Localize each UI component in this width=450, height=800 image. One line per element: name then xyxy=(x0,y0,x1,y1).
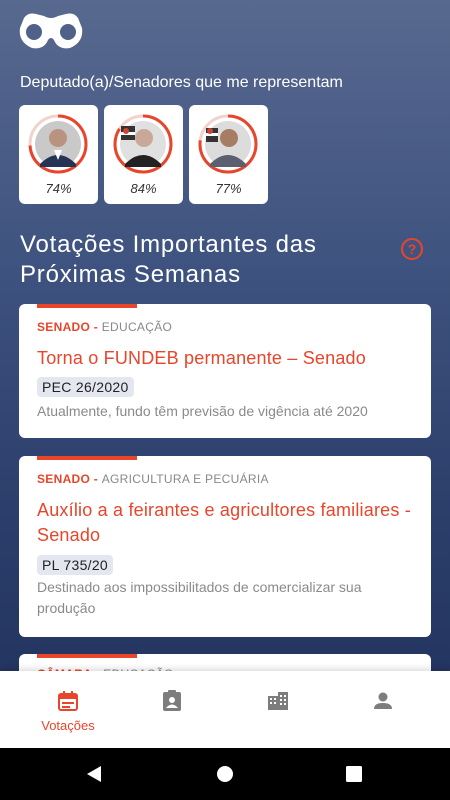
bottom-navigation: Votações xyxy=(0,671,450,748)
representative-card[interactable]: 77% xyxy=(189,105,268,204)
approval-ring xyxy=(28,114,88,174)
vote-description: Atualmente, fundo têm previsão de vigênc… xyxy=(37,403,368,419)
representatives-title: Deputado(a)/Senadores que me representam xyxy=(20,74,343,91)
vote-description: Destinado aos impossibilitados de comerc… xyxy=(37,579,362,616)
vote-title: Auxílio a a feirantes e agricultores fam… xyxy=(37,500,411,545)
person-icon xyxy=(374,692,392,709)
vote-title: Torna o FUNDEB permanente – Senado xyxy=(37,348,366,368)
vote-card[interactable]: SENADO - EDUCAÇÃO Torna o FUNDEB permane… xyxy=(19,304,431,438)
vote-category-label: AGRICULTURA E PECUÁRIA xyxy=(101,472,269,486)
category-separator: - xyxy=(90,472,102,486)
recents-icon xyxy=(346,766,362,782)
section-title: Votações Importantes das Próximas Semana… xyxy=(20,231,317,288)
nav-tab-profile[interactable] xyxy=(333,671,433,748)
approval-ring xyxy=(113,114,173,174)
calendar-icon xyxy=(58,691,78,711)
vote-category: SENADO - AGRICULTURA E PECUÁRIA xyxy=(37,472,269,486)
card-accent-bar xyxy=(37,456,137,460)
vote-house: SENADO xyxy=(37,320,91,334)
question-circle-icon[interactable]: ? xyxy=(400,237,424,261)
vote-code-badge: PL 735/20 xyxy=(37,555,114,575)
card-accent-bar xyxy=(37,654,137,658)
card-accent-bar xyxy=(37,304,137,308)
nav-tab-label: Votações xyxy=(41,718,95,733)
approval-percent: 77% xyxy=(215,181,242,196)
category-separator: - xyxy=(90,320,102,334)
nav-tab-institutions[interactable] xyxy=(228,671,328,748)
nav-tab-representatives[interactable] xyxy=(122,671,222,748)
system-navigation-bar xyxy=(0,748,450,800)
svg-text:?: ? xyxy=(408,241,417,257)
home-button[interactable] xyxy=(195,748,255,800)
vote-card[interactable]: SENADO - AGRICULTURA E PECUÁRIA Auxílio … xyxy=(19,456,431,637)
approval-ring xyxy=(198,114,258,174)
vote-house: SENADO xyxy=(37,472,91,486)
vote-category: SENADO - EDUCAÇÃO xyxy=(37,320,172,334)
representative-card[interactable]: 84% xyxy=(104,105,183,204)
clipboard-person-icon xyxy=(163,690,181,711)
home-icon xyxy=(217,766,233,782)
vote-category-label: EDUCAÇÃO xyxy=(101,320,173,334)
app-screen: Deputado(a)/Senadores que me representam… xyxy=(0,0,450,748)
building-icon xyxy=(268,692,288,710)
approval-percent: 74% xyxy=(45,181,72,196)
nav-tab-votacoes[interactable]: Votações xyxy=(18,671,118,748)
back-icon xyxy=(87,766,101,782)
recents-button[interactable] xyxy=(324,748,384,800)
vote-code-badge: PEC 26/2020 xyxy=(37,377,134,397)
back-button[interactable] xyxy=(64,748,124,800)
representative-card[interactable]: 74% xyxy=(19,105,98,204)
binoculars-icon xyxy=(19,13,83,49)
approval-percent: 84% xyxy=(130,181,157,196)
